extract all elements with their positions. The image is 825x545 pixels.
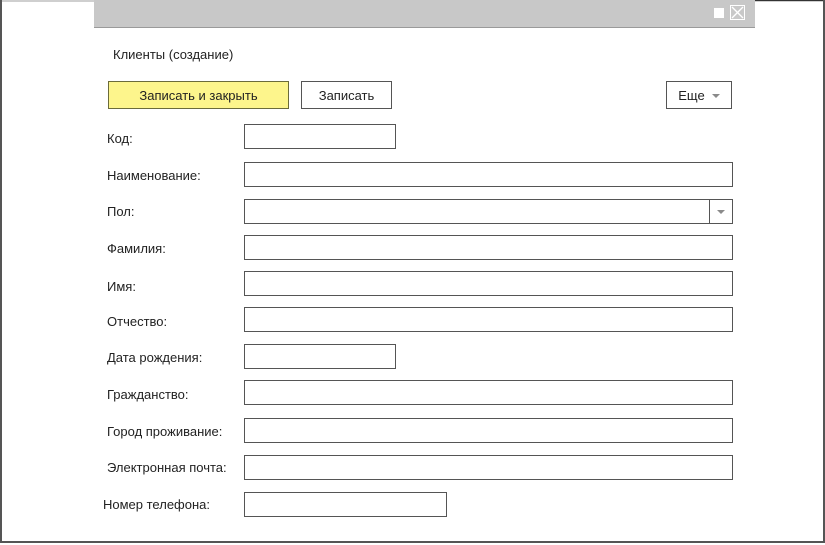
first-name-label: Имя: [107, 279, 136, 294]
birth-date-field[interactable] [244, 344, 396, 369]
middle-name-field[interactable] [244, 307, 733, 332]
phone-field[interactable] [244, 492, 447, 517]
code-label: Код: [107, 131, 133, 146]
citizenship-label: Гражданство: [107, 387, 189, 402]
restore-icon[interactable] [714, 8, 724, 18]
email-label: Электронная почта: [107, 460, 227, 475]
middle-name-label: Отчество: [107, 314, 168, 329]
gender-select[interactable] [244, 199, 733, 224]
gender-label: Пол: [107, 204, 135, 219]
last-name-label: Фамилия: [107, 241, 166, 256]
birth-date-label: Дата рождения: [107, 350, 203, 365]
phone-label: Номер телефона: [103, 497, 210, 512]
citizenship-field[interactable] [244, 380, 733, 405]
name-label: Наименование: [107, 168, 201, 183]
more-button[interactable]: Еще [666, 81, 732, 109]
save-and-close-button[interactable]: Записать и закрыть [108, 81, 289, 109]
code-field[interactable] [244, 124, 396, 149]
chevron-down-icon [711, 94, 720, 98]
email-field[interactable] [244, 455, 733, 480]
city-label: Город проживание: [107, 424, 223, 439]
close-icon[interactable] [730, 5, 745, 20]
save-button[interactable]: Записать [301, 81, 392, 109]
last-name-field[interactable] [244, 235, 733, 260]
city-field[interactable] [244, 418, 733, 443]
window-titlebar[interactable] [94, 0, 755, 28]
first-name-field[interactable] [244, 271, 733, 296]
gender-dropdown-button[interactable] [709, 200, 732, 223]
chevron-down-icon [717, 209, 725, 214]
form-window: Клиенты (создание) Записать и закрыть За… [94, 0, 755, 540]
more-button-label: Еще [678, 87, 705, 103]
name-field[interactable] [244, 162, 733, 187]
form-title: Клиенты (создание) [113, 47, 234, 62]
